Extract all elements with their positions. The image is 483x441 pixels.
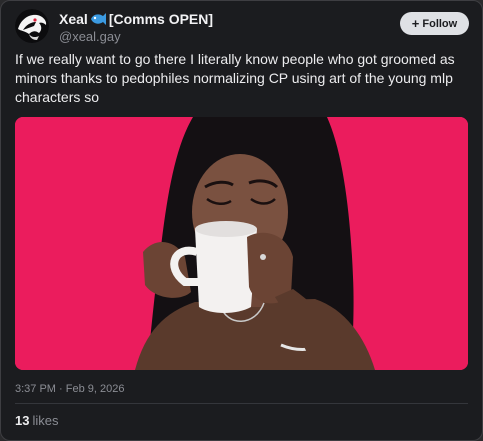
- display-name-text: Xeal: [59, 11, 88, 27]
- post-card: Xeal [Comms OPEN] @xeal.gay + Follow If …: [0, 0, 483, 441]
- fish-emoji-icon: [90, 12, 107, 26]
- post-media-gif[interactable]: [15, 117, 468, 370]
- divider: [15, 403, 468, 404]
- author-display-name[interactable]: Xeal [Comms OPEN]: [59, 11, 213, 27]
- author-handle[interactable]: @xeal.gay: [59, 29, 121, 44]
- likes-number: 13: [15, 413, 30, 428]
- avatar[interactable]: [15, 9, 49, 43]
- follow-button-label: Follow: [422, 17, 458, 30]
- likes-label: likes: [32, 413, 59, 428]
- post-text: If we really want to go there I literall…: [15, 51, 455, 105]
- display-name-suffix: [Comms OPEN]: [108, 11, 214, 27]
- follow-button[interactable]: + Follow: [400, 12, 469, 35]
- gif-illustration: [15, 117, 468, 370]
- plus-icon: +: [411, 16, 420, 31]
- post-timestamp[interactable]: 3:37 PM · Feb 9, 2026: [15, 383, 124, 395]
- likes-count[interactable]: 13 likes: [15, 413, 58, 428]
